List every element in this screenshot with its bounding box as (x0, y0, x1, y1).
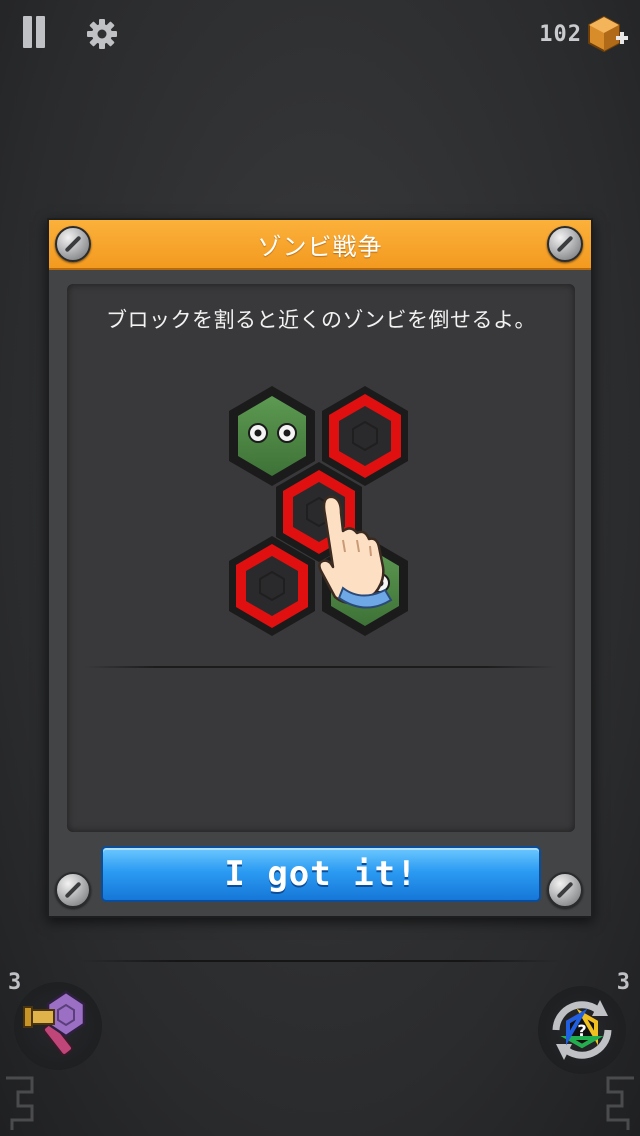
tutorial-dialog: ゾンビ戦争 ブロックを割ると近くのゾンビを倒せるよ。 I got it! (47, 218, 593, 918)
screw-icon (55, 872, 91, 908)
screw-icon (55, 226, 91, 262)
dialog-title: ゾンビ戦争 (257, 232, 383, 261)
zombie-hex-top-left (229, 386, 315, 486)
screw-icon (547, 872, 583, 908)
breakable-hex-top-right (322, 386, 408, 486)
hammer-icon (23, 990, 86, 1056)
corner-ornament (6, 1076, 34, 1130)
instruction-text: ブロックを割ると近くのゾンビを倒せるよ。 (106, 308, 536, 332)
body-divider (85, 666, 557, 668)
screw-icon (547, 226, 583, 262)
pause-button[interactable] (20, 16, 48, 50)
swap-powerup-button[interactable]: ? (538, 986, 626, 1074)
bottom-divider (80, 960, 560, 962)
rainbow-swap-icon: ? (552, 1000, 612, 1060)
settings-button[interactable] (86, 18, 118, 50)
top-bar: 102 (0, 0, 640, 70)
dialog-header: ゾンビ戦争 (49, 220, 591, 270)
corner-ornament (606, 1076, 634, 1130)
svg-text:?: ? (577, 1021, 586, 1040)
hex-zombie-tap-tutorial (229, 386, 408, 636)
got-it-button[interactable]: I got it! (101, 846, 541, 902)
block-count: 102 (539, 21, 582, 47)
gear-icon (87, 19, 117, 49)
dialog-body: ブロックを割ると近くのゾンビを倒せるよ。 (67, 284, 575, 832)
pause-icon (23, 16, 32, 48)
got-it-label: I got it! (224, 854, 418, 894)
block-counter[interactable]: 102 (539, 14, 630, 54)
hex-block-plus-icon (588, 15, 628, 53)
hammer-powerup-button[interactable] (14, 982, 102, 1070)
